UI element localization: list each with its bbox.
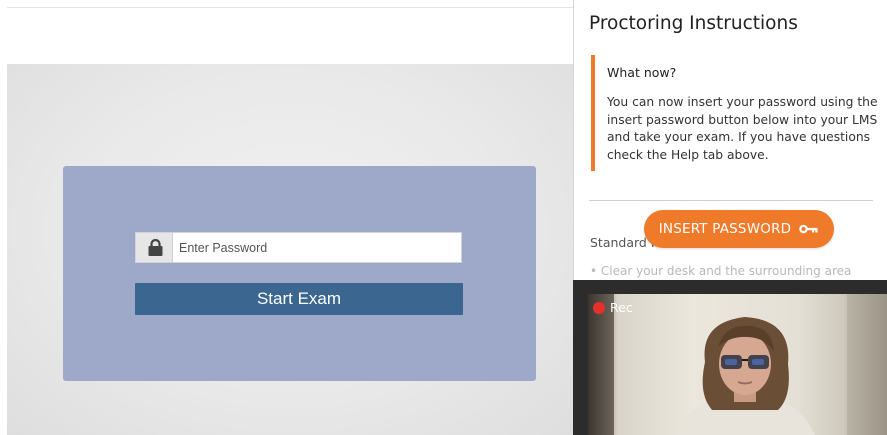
callout-text: You can now insert your password using t… <box>607 95 878 162</box>
webcam-video <box>588 294 887 435</box>
recording-label: Rec <box>610 300 633 315</box>
record-dot-icon <box>593 301 605 314</box>
insert-password-button[interactable]: INSERT PASSWORD <box>644 210 834 248</box>
webcam-person-image <box>675 317 815 435</box>
recording-indicator: Rec <box>593 300 633 315</box>
callout-heading: What now? <box>607 65 677 80</box>
start-exam-button[interactable]: Start Exam <box>135 283 463 315</box>
background-doorframe <box>588 294 614 435</box>
lock-icon <box>148 239 163 256</box>
panel-title: Proctoring Instructions <box>589 13 798 34</box>
divider <box>589 200 873 201</box>
exam-header-area <box>7 7 573 64</box>
rules-list-item: • Clear your desk and the surrounding ar… <box>590 264 852 278</box>
insert-password-label: INSERT PASSWORD <box>658 221 792 237</box>
lock-icon-box <box>136 233 173 262</box>
password-field-group <box>135 232 462 263</box>
password-input[interactable] <box>174 233 461 262</box>
key-icon <box>799 224 818 234</box>
login-card <box>63 166 536 381</box>
background-wall <box>847 294 887 435</box>
